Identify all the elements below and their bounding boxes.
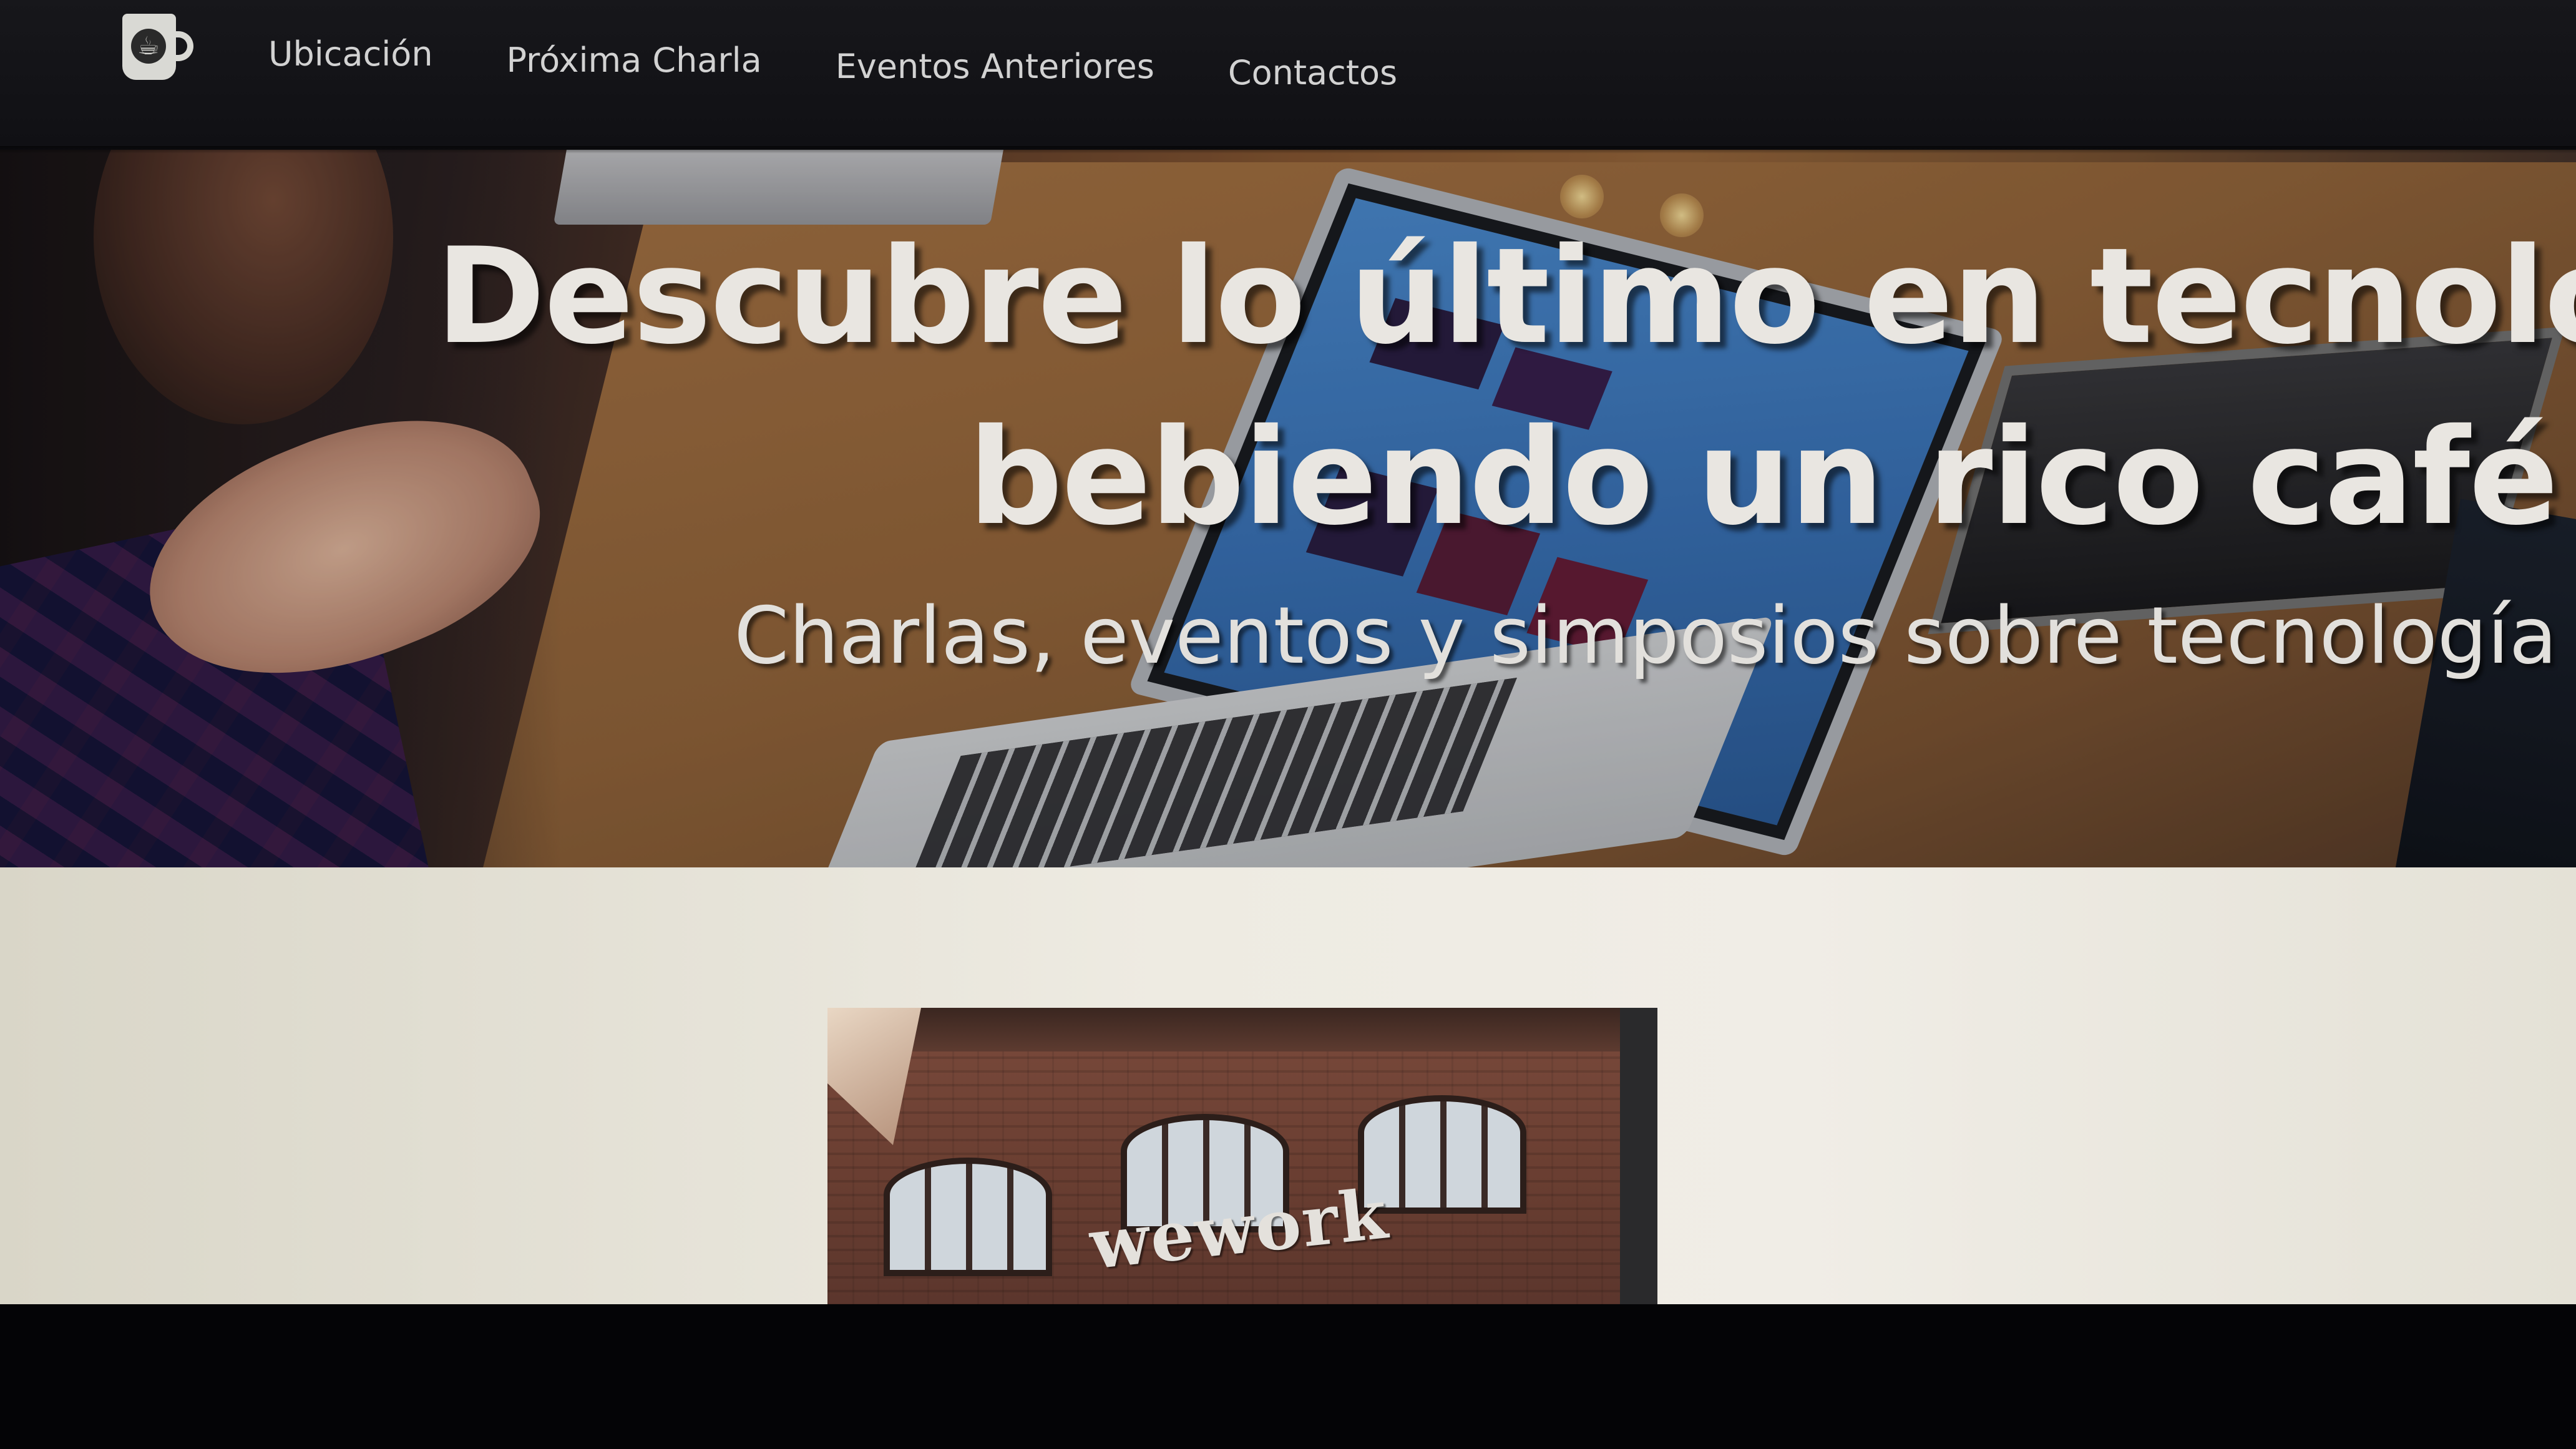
hero-headline-line-1: Descubre lo último en tecnología	[436, 219, 2576, 373]
hero-headline-line-2: bebiendo un rico café	[968, 400, 2559, 554]
monitor-bezel	[0, 1304, 2576, 1449]
nav-link-eventos-anteriores[interactable]: Eventos Anteriores	[836, 47, 1154, 92]
venue-photo[interactable]: wework	[827, 1008, 1657, 1310]
coffee-cup-logo-icon[interactable]: ☕	[122, 14, 196, 82]
hero-banner: Descubre lo último en tecnología bebiend…	[0, 137, 2576, 867]
nav-link-proxima-charla[interactable]: Próxima Charla	[507, 41, 762, 92]
hero-text-block: Descubre lo último en tecnología bebiend…	[436, 206, 2576, 683]
nav-link-ubicacion[interactable]: Ubicación	[268, 34, 433, 92]
building-window	[884, 1158, 1052, 1276]
cup-handle	[168, 31, 193, 61]
main-content: wework	[0, 867, 2576, 1310]
building-cornice	[827, 1008, 1657, 1051]
building-pole	[1620, 1008, 1657, 1310]
hero-subheadline: Charlas, eventos y simposios sobre tecno…	[734, 590, 2557, 681]
nav-link-contactos[interactable]: Contactos	[1228, 53, 1397, 92]
logo-glyph: ☕	[131, 29, 166, 64]
nav-menu: Ubicación Próxima Charla Eventos Anterio…	[268, 34, 1471, 92]
top-navbar: ☕ Ubicación Próxima Charla Eventos Anter…	[0, 0, 2576, 154]
browser-viewport: ☕ Ubicación Próxima Charla Eventos Anter…	[0, 0, 2576, 1310]
